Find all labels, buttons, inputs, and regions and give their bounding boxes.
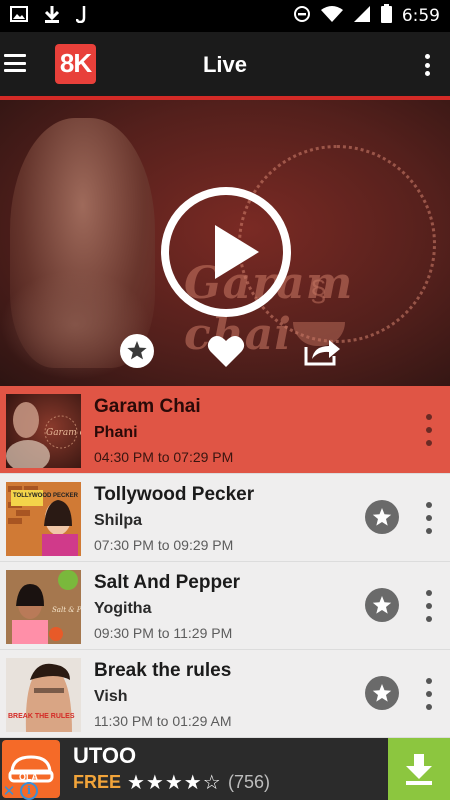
show-time: 04:30 PM to 07:29 PM — [94, 449, 234, 465]
ad-price: FREE — [73, 772, 122, 792]
favorite-button[interactable] — [119, 333, 155, 369]
list-item[interactable]: Garam chai Garam Chai Phani 04:30 PM to … — [0, 386, 450, 474]
thumbnail-caption: Salt & Pepper — [52, 606, 81, 614]
download-icon — [406, 754, 432, 785]
item-overflow-icon[interactable] — [426, 414, 432, 446]
item-overflow-icon[interactable] — [426, 678, 432, 710]
page-title: Live — [202, 52, 248, 77]
heart-icon — [207, 336, 245, 367]
wifi-icon — [320, 5, 343, 28]
show-thumbnail: TOLLYWOOD PECKER — [6, 482, 81, 556]
ad-rating-count: (756) — [228, 772, 271, 792]
show-time: 07:30 PM to 09:29 PM — [94, 537, 234, 553]
item-overflow-icon[interactable] — [426, 590, 432, 622]
status-bar: 6:59 — [0, 0, 450, 32]
signal-icon — [353, 5, 371, 28]
share-icon — [304, 340, 340, 366]
item-overflow-icon[interactable] — [426, 502, 432, 534]
ad-rating-stars: ★★★★☆ — [127, 772, 222, 794]
screen: 6:59 8K Live § Garam chai Garam c — [0, 0, 450, 800]
list-item[interactable]: Salt & Pepper Salt And Pepper Yogitha 09… — [0, 562, 450, 650]
show-host: Shilpa — [94, 512, 143, 529]
favorite-button[interactable] — [365, 500, 399, 534]
show-schedule-list: Garam chai Garam Chai Phani 04:30 PM to … — [0, 386, 450, 738]
show-title: Salt And Pepper — [94, 572, 241, 593]
app-bar: 8K Live — [0, 32, 450, 96]
status-time: 6:59 — [401, 6, 440, 26]
show-time: 11:30 PM to 01:29 AM — [94, 713, 232, 729]
show-title: Tollywood Pecker — [94, 484, 255, 505]
list-item[interactable]: BREAK THE RULES Break the rules Vish 11:… — [0, 650, 450, 738]
star-icon — [372, 508, 392, 526]
thumbnail-caption: Garam chai — [46, 428, 81, 438]
download-icon — [44, 5, 60, 28]
share-button[interactable] — [303, 333, 341, 369]
show-thumbnail: Salt & Pepper — [6, 570, 81, 644]
ad-close-icon[interactable]: ✕ — [0, 782, 18, 800]
like-button[interactable] — [207, 333, 245, 369]
battery-icon — [380, 4, 392, 28]
show-title: Garam Chai — [94, 396, 201, 417]
thumbnail-caption: TOLLYWOOD PECKER — [13, 493, 79, 499]
hero-actions — [0, 333, 450, 369]
favorite-button[interactable] — [365, 588, 399, 622]
data-saver-icon — [293, 5, 311, 28]
image-icon — [10, 5, 28, 27]
ad-banner[interactable]: OLA UTOO FREE ★★★★☆ (756) — [0, 738, 450, 800]
thumbnail-caption: BREAK THE RULES — [8, 713, 75, 720]
show-thumbnail: Garam chai — [6, 394, 81, 468]
show-thumbnail: BREAK THE RULES — [6, 658, 81, 732]
show-host: Yogitha — [94, 600, 152, 617]
show-host: Phani — [94, 424, 138, 441]
star-icon — [372, 596, 392, 614]
star-icon — [372, 684, 392, 702]
ad-app-name[interactable]: UTOO — [73, 743, 136, 769]
play-button[interactable] — [161, 187, 291, 317]
star-icon — [120, 334, 154, 368]
overflow-menu-icon[interactable] — [424, 54, 430, 76]
show-time: 09:30 PM to 11:29 PM — [94, 625, 233, 641]
ad-icon-text: OLA — [19, 772, 38, 782]
favorite-button[interactable] — [365, 676, 399, 710]
show-host: Vish — [94, 688, 128, 705]
ad-info-icon[interactable]: i — [20, 782, 38, 800]
show-title: Break the rules — [94, 660, 232, 681]
list-item[interactable]: TOLLYWOOD PECKER Tollywood Pecker Shilpa… — [0, 474, 450, 562]
music-note-icon — [75, 5, 88, 28]
ad-download-button[interactable] — [388, 738, 450, 800]
